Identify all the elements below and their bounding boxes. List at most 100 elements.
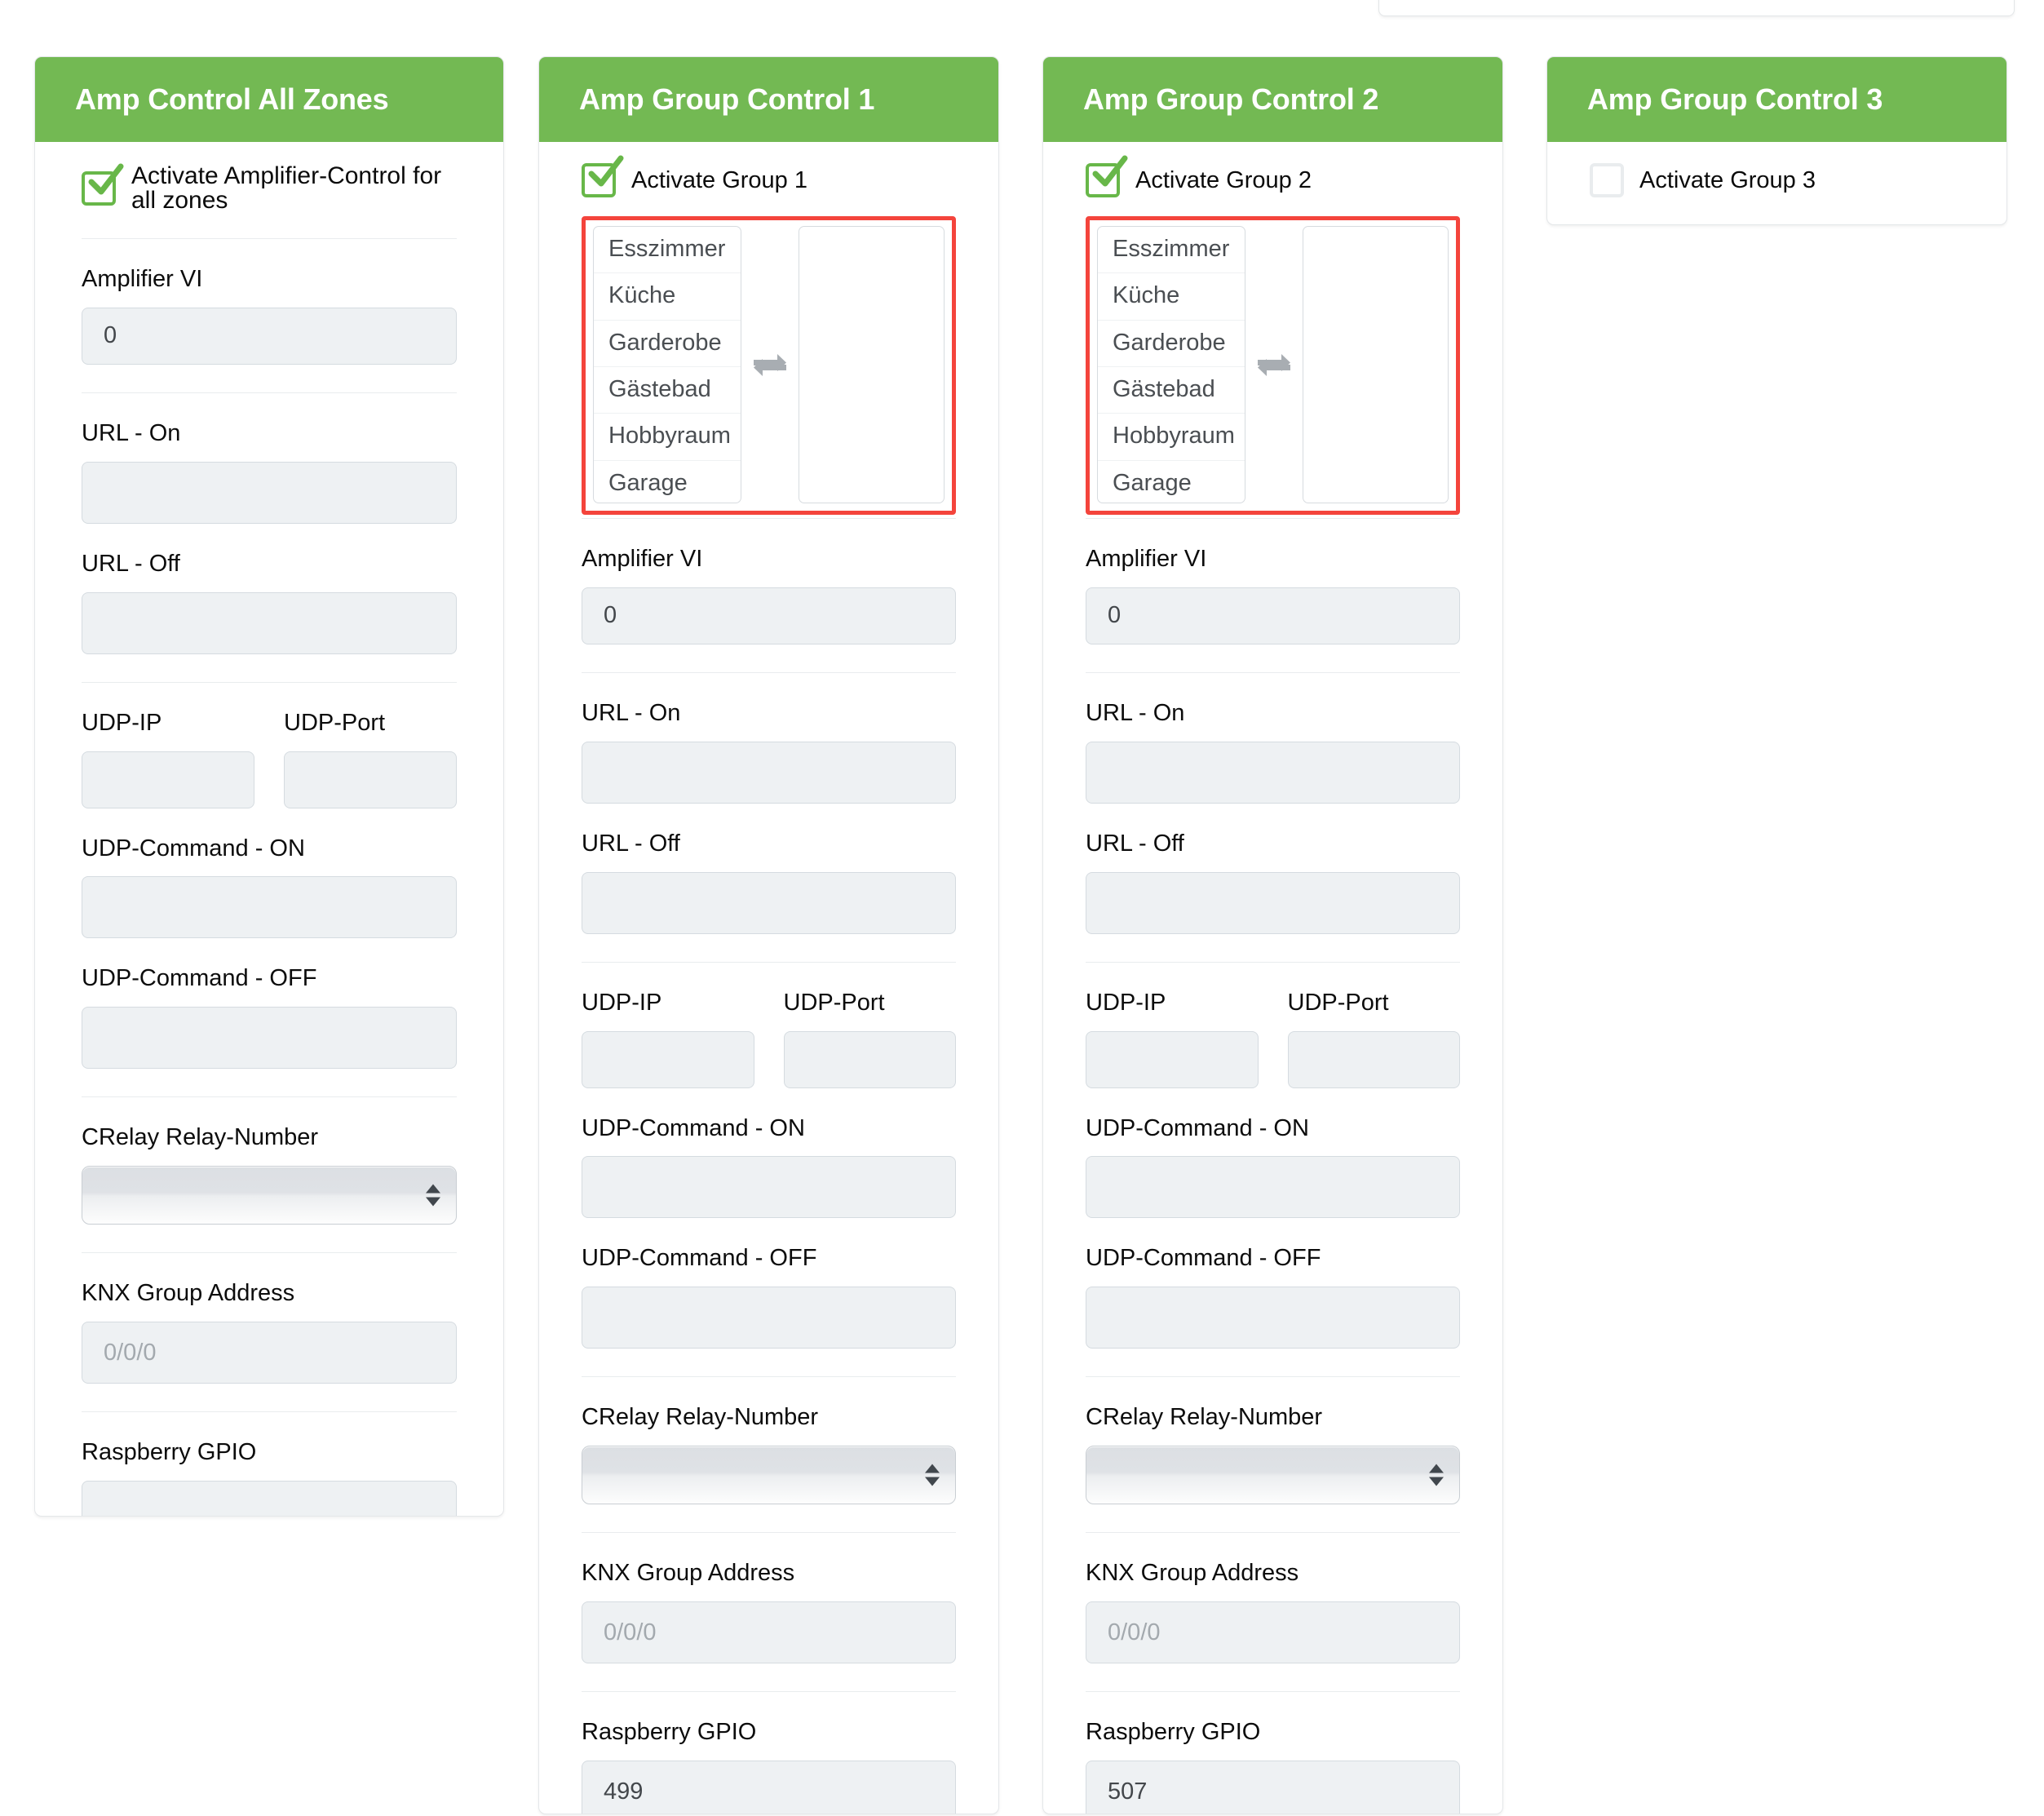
crelay-relay-number-select[interactable] bbox=[1086, 1446, 1460, 1505]
select-stepper-icon[interactable] bbox=[426, 1184, 440, 1207]
activate-all-zones-checkbox-row[interactable]: Activate Amplifier-Control for all zones bbox=[82, 142, 457, 238]
field-label: KNX Group Address bbox=[82, 1280, 295, 1307]
available-zones-listbox[interactable]: Esszimmer Küche Garderobe Gästebad Hobby… bbox=[1097, 226, 1245, 503]
udp-command-off-input[interactable] bbox=[582, 1287, 956, 1349]
card-title: Amp Group Control 2 bbox=[1043, 57, 1502, 142]
udp-command-off-input[interactable] bbox=[82, 1007, 457, 1070]
activate-group-3-checkbox-row[interactable]: Activate Group 3 bbox=[1590, 142, 1964, 216]
list-item[interactable]: Garage bbox=[594, 461, 741, 503]
checkbox-label: Activate Group 1 bbox=[631, 166, 807, 193]
list-item[interactable]: Hobbyraum bbox=[594, 414, 741, 461]
field-udp-command-off: UDP-Command - OFF bbox=[582, 1218, 956, 1349]
activate-group-2-checkbox-row[interactable]: Activate Group 2 bbox=[1086, 142, 1460, 216]
field-label: URL - Off bbox=[1086, 830, 1184, 857]
field-label: UDP-IP bbox=[1086, 989, 1166, 1016]
checkbox-checked-icon[interactable] bbox=[82, 163, 124, 206]
field-udp-command-on: UDP-Command - ON bbox=[1086, 1088, 1460, 1219]
card-title: Amp Group Control 3 bbox=[1547, 57, 2006, 142]
udp-command-on-input[interactable] bbox=[82, 876, 457, 939]
field-udp-command-off: UDP-Command - OFF bbox=[1086, 1218, 1460, 1349]
url-on-input[interactable] bbox=[1086, 741, 1460, 804]
list-item[interactable]: Garage bbox=[1098, 461, 1245, 503]
checkbox-label: Activate Group 3 bbox=[1639, 166, 1816, 193]
udp-ip-input[interactable] bbox=[582, 1030, 754, 1088]
zone-dual-list-picker: Esszimmer Küche Garderobe Gästebad Hobby… bbox=[593, 226, 945, 503]
knx-group-address-input[interactable] bbox=[82, 1322, 457, 1384]
selected-zones-listbox[interactable] bbox=[1302, 226, 1449, 503]
list-item[interactable]: Küche bbox=[594, 273, 741, 321]
checkbox-checked-icon[interactable] bbox=[1086, 155, 1128, 197]
raspberry-gpio-input[interactable] bbox=[1086, 1761, 1460, 1814]
url-off-input[interactable] bbox=[82, 591, 457, 654]
udp-port-input[interactable] bbox=[1287, 1030, 1460, 1088]
field-url-off: URL - Off bbox=[82, 524, 457, 654]
selected-zones-listbox[interactable] bbox=[798, 226, 945, 503]
list-item[interactable]: Gästebad bbox=[1098, 367, 1245, 414]
field-label: Amplifier VI bbox=[82, 266, 203, 292]
field-url-on: URL - On bbox=[582, 673, 956, 804]
list-item[interactable]: Hobbyraum bbox=[1098, 414, 1245, 461]
card-title: Amp Control All Zones bbox=[35, 57, 503, 142]
udp-command-off-input[interactable] bbox=[1086, 1287, 1460, 1349]
checkbox-unchecked-icon[interactable] bbox=[1590, 163, 1624, 197]
raspberry-gpio-input[interactable] bbox=[82, 1481, 457, 1516]
zone-dual-list-picker: Esszimmer Küche Garderobe Gästebad Hobby… bbox=[1097, 226, 1449, 503]
checkmark-icon bbox=[588, 155, 624, 187]
udp-ip-input[interactable] bbox=[1086, 1030, 1259, 1088]
field-label: KNX Group Address bbox=[1086, 1560, 1299, 1587]
field-label: Raspberry GPIO bbox=[1086, 1719, 1261, 1746]
field-label: URL - On bbox=[582, 699, 681, 726]
list-item[interactable]: Küche bbox=[1098, 273, 1245, 321]
field-label: URL - Off bbox=[82, 550, 180, 577]
url-on-input[interactable] bbox=[582, 741, 956, 804]
swap-zones-button[interactable] bbox=[1245, 351, 1303, 379]
card-title: Amp Group Control 1 bbox=[539, 57, 998, 142]
field-label: Raspberry GPIO bbox=[82, 1439, 257, 1466]
crelay-relay-number-select[interactable] bbox=[82, 1166, 457, 1225]
field-url-on: URL - On bbox=[1086, 673, 1460, 804]
list-item[interactable]: Esszimmer bbox=[1098, 227, 1245, 274]
field-raspberry-gpio: Raspberry GPIO bbox=[582, 1692, 956, 1814]
list-item[interactable]: Gästebad bbox=[594, 367, 741, 414]
url-off-input[interactable] bbox=[1086, 871, 1460, 934]
list-item[interactable]: Garderobe bbox=[1098, 321, 1245, 368]
field-url-off: URL - Off bbox=[582, 804, 956, 934]
knx-group-address-input[interactable] bbox=[1086, 1601, 1460, 1664]
card-amp-group-control-2: Amp Group Control 2 Activate Group 2 Ess… bbox=[1042, 56, 1503, 1814]
list-item[interactable]: Esszimmer bbox=[594, 227, 741, 274]
select-stepper-icon[interactable] bbox=[925, 1464, 940, 1486]
available-zones-listbox[interactable]: Esszimmer Küche Garderobe Gästebad Hobby… bbox=[593, 226, 741, 503]
udp-ip-input[interactable] bbox=[82, 751, 254, 808]
field-udp-ip-port: UDP-IP UDP-Port bbox=[82, 683, 457, 808]
checkbox-checked-icon[interactable] bbox=[582, 155, 624, 197]
field-label: Amplifier VI bbox=[582, 546, 703, 572]
field-label: UDP-Port bbox=[783, 989, 885, 1016]
card-amp-group-control-3: Amp Group Control 3 Activate Group 3 bbox=[1546, 56, 2007, 225]
url-on-input[interactable] bbox=[82, 461, 457, 524]
field-label: CRelay Relay-Number bbox=[582, 1404, 819, 1431]
checkbox-label: Activate Group 2 bbox=[1135, 166, 1312, 193]
field-label: UDP-Command - OFF bbox=[582, 1245, 817, 1272]
amplifier-vi-input[interactable] bbox=[1086, 587, 1460, 644]
amplifier-vi-input[interactable] bbox=[82, 307, 457, 365]
udp-command-on-input[interactable] bbox=[582, 1156, 956, 1219]
swap-zones-button[interactable] bbox=[741, 351, 799, 379]
select-stepper-icon[interactable] bbox=[1429, 1464, 1444, 1486]
knx-group-address-input[interactable] bbox=[582, 1601, 956, 1664]
udp-port-input[interactable] bbox=[284, 751, 457, 808]
card-amp-control-all-zones: Amp Control All Zones Activate Amplifier… bbox=[34, 56, 504, 1517]
udp-command-on-input[interactable] bbox=[1086, 1156, 1460, 1219]
list-item[interactable]: Garderobe bbox=[594, 321, 741, 368]
crelay-relay-number-select[interactable] bbox=[582, 1446, 956, 1505]
udp-port-input[interactable] bbox=[783, 1030, 956, 1088]
amplifier-vi-input[interactable] bbox=[582, 587, 956, 644]
field-udp-command-on: UDP-Command - ON bbox=[582, 1088, 956, 1219]
zone-picker-highlight: Esszimmer Küche Garderobe Gästebad Hobby… bbox=[1086, 216, 1460, 515]
exchange-arrows-icon bbox=[1257, 354, 1290, 376]
zone-picker-highlight: Esszimmer Küche Garderobe Gästebad Hobby… bbox=[582, 216, 956, 515]
raspberry-gpio-input[interactable] bbox=[582, 1761, 956, 1814]
activate-group-1-checkbox-row[interactable]: Activate Group 1 bbox=[582, 142, 956, 216]
field-label: CRelay Relay-Number bbox=[1086, 1404, 1323, 1431]
url-off-input[interactable] bbox=[582, 871, 956, 934]
exchange-arrows-icon bbox=[753, 354, 786, 376]
